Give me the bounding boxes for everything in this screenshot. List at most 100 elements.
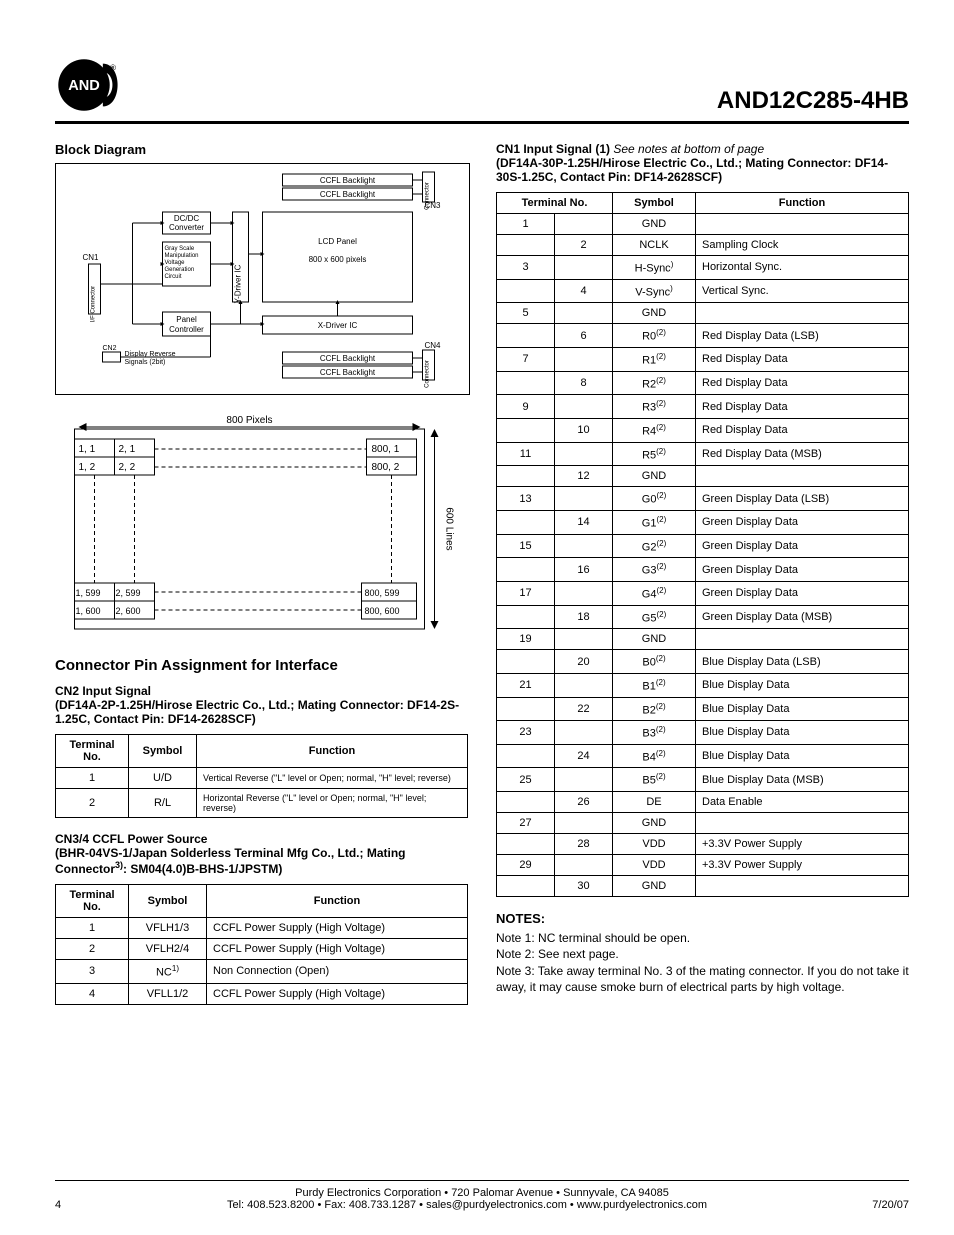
svg-text:800, 600: 800, 600: [365, 606, 400, 616]
table-row: 1GND: [497, 214, 909, 235]
svg-text:CN3: CN3: [425, 201, 442, 210]
table-row: 25B5(2)Blue Display Data (MSB): [497, 768, 909, 792]
table-row: 3H-Sync)Horizontal Sync.: [497, 256, 909, 280]
svg-text:Circuit: Circuit: [165, 274, 182, 280]
table-row: 9R3(2)Red Display Data: [497, 395, 909, 419]
table-row: 20B0(2)Blue Display Data (LSB): [497, 650, 909, 674]
svg-text:Connector: Connector: [425, 360, 431, 388]
svg-text:800, 1: 800, 1: [372, 444, 400, 455]
svg-text:Converter: Converter: [169, 223, 204, 232]
right-column: CN1 Input Signal (1) See notes at bottom…: [496, 142, 909, 1019]
table-row: 8R2(2)Red Display Data: [497, 371, 909, 395]
svg-text:CN4: CN4: [425, 341, 442, 350]
table-row: 4V-Sync)Vertical Sync.: [497, 279, 909, 303]
cn1-title-line: CN1 Input Signal (1) See notes at bottom…: [496, 142, 909, 156]
pixel-grid-diagram: 800 Pixels 600 Lines 1, 1 2, 1 1, 2 2, 2…: [55, 409, 468, 639]
svg-text:Y-Driver IC: Y-Driver IC: [234, 264, 243, 303]
table-row: 13G0(2)Green Display Data (LSB): [497, 487, 909, 511]
cn1-info: (DF14A-30P-1.25H/Hirose Electric Co., Lt…: [496, 156, 909, 184]
table-row: 1VFLH1/3CCFL Power Supply (High Voltage): [56, 918, 468, 939]
svg-text:Panel: Panel: [176, 315, 197, 324]
table-row: 2VFLH2/4CCFL Power Supply (High Voltage): [56, 939, 468, 960]
table-row: 2NCLKSampling Clock: [497, 235, 909, 256]
and-logo-icon: AND ®: [55, 55, 125, 115]
svg-text:CN2: CN2: [103, 345, 117, 352]
svg-text:CCFL Backlight: CCFL Backlight: [320, 176, 376, 185]
table-row: 29VDD+3.3V Power Supply: [497, 855, 909, 876]
svg-text:CCFL Backlight: CCFL Backlight: [320, 354, 376, 363]
notes-body: Note 1: NC terminal should be open. Note…: [496, 930, 909, 995]
table-row: 2R/LHorizontal Reverse ("L" level or Ope…: [56, 789, 468, 818]
svg-text:Generation: Generation: [165, 267, 195, 273]
cn34-info: (BHR-04VS-1/Japan Solderless Terminal Mf…: [55, 846, 468, 876]
cn1-col-terminal: Terminal No.: [497, 193, 613, 214]
cn2-col-function: Function: [197, 735, 468, 768]
cn34-col-function: Function: [207, 885, 468, 918]
svg-text:LCD Panel: LCD Panel: [318, 237, 357, 246]
svg-text:Voltage: Voltage: [165, 260, 186, 266]
table-row: 21B1(2)Blue Display Data: [497, 673, 909, 697]
svg-text:2, 599: 2, 599: [116, 588, 141, 598]
left-column: Block Diagram CCFL Backlight CCFL Backli…: [55, 142, 468, 1019]
table-row: 15G2(2)Green Display Data: [497, 534, 909, 558]
svg-text:1, 2: 1, 2: [79, 462, 96, 473]
cn2-info: (DF14A-2P-1.25H/Hirose Electric Co., Ltd…: [55, 698, 468, 726]
footer: Purdy Electronics Corporation • 720 Palo…: [55, 1180, 909, 1211]
svg-text:CCFL Backlight: CCFL Backlight: [320, 190, 376, 199]
table-row: 19GND: [497, 629, 909, 650]
svg-text:1, 599: 1, 599: [76, 588, 101, 598]
cn2-col-symbol: Symbol: [129, 735, 197, 768]
table-row: 6R0(2)Red Display Data (LSB): [497, 324, 909, 348]
table-row: 14G1(2)Green Display Data: [497, 510, 909, 534]
svg-text:2, 2: 2, 2: [119, 462, 136, 473]
svg-text:Manipulation: Manipulation: [165, 253, 199, 259]
svg-text:CCFL Backlight: CCFL Backlight: [320, 368, 376, 377]
table-row: 22B2(2)Blue Display Data: [497, 697, 909, 721]
table-row: 28VDD+3.3V Power Supply: [497, 834, 909, 855]
svg-text:800 Pixels: 800 Pixels: [226, 415, 272, 426]
cn2-col-terminal: Terminal No.: [56, 735, 129, 768]
note-3: Note 3: Take away terminal No. 3 of the …: [496, 963, 909, 995]
table-row: 1U/DVertical Reverse ("L" level or Open;…: [56, 768, 468, 789]
table-row: 5GND: [497, 303, 909, 324]
svg-text:AND: AND: [68, 78, 100, 94]
connector-heading: Connector Pin Assignment for Interface: [55, 657, 468, 674]
svg-text:800, 599: 800, 599: [365, 588, 400, 598]
page-number: 4: [55, 1199, 85, 1211]
note-1: Note 1: NC terminal should be open.: [496, 930, 909, 946]
cn34-col-symbol: Symbol: [129, 885, 207, 918]
cn1-col-function: Function: [696, 193, 909, 214]
svg-text:Signals (2bit): Signals (2bit): [125, 359, 166, 366]
svg-text:1, 600: 1, 600: [76, 606, 101, 616]
svg-text:®: ®: [110, 62, 117, 72]
block-diagram: CCFL Backlight CCFL Backlight CCFL Backl…: [55, 163, 470, 395]
table-row: 12GND: [497, 466, 909, 487]
svg-text:1, 1: 1, 1: [79, 444, 96, 455]
part-number: AND12C285-4HB: [717, 87, 909, 115]
table-row: 11R5(2)Red Display Data (MSB): [497, 442, 909, 466]
cn2-title: CN2 Input Signal: [55, 684, 468, 698]
table-row: 10R4(2)Red Display Data: [497, 418, 909, 442]
svg-text:800, 2: 800, 2: [372, 462, 400, 473]
table-row: 26DEData Enable: [497, 792, 909, 813]
svg-text:X-Driver IC: X-Driver IC: [318, 321, 358, 330]
svg-text:I/F Connector: I/F Connector: [91, 286, 97, 322]
table-row: 4VFLL1/2CCFL Power Supply (High Voltage): [56, 983, 468, 1004]
cn34-title: CN3/4 CCFL Power Source: [55, 832, 468, 846]
table-row: 24B4(2)Blue Display Data: [497, 744, 909, 768]
table-row: 16G3(2)Green Display Data: [497, 558, 909, 582]
footer-line1: Purdy Electronics Corporation • 720 Palo…: [55, 1187, 909, 1199]
note-2: Note 2: See next page.: [496, 946, 909, 962]
cn2-table: Terminal No. Symbol Function 1U/DVertica…: [55, 734, 468, 818]
footer-date: 7/20/07: [849, 1199, 909, 1211]
table-row: 18G5(2)Green Display Data (MSB): [497, 605, 909, 629]
cn34-table: Terminal No. Symbol Function 1VFLH1/3CCF…: [55, 884, 468, 1005]
svg-text:600 Lines: 600 Lines: [444, 507, 455, 550]
table-row: 7R1(2)Red Display Data: [497, 347, 909, 371]
svg-text:CN1: CN1: [83, 253, 100, 262]
table-row: 27GND: [497, 813, 909, 834]
svg-text:800 x 600 pixels: 800 x 600 pixels: [309, 255, 367, 264]
table-row: 30GND: [497, 876, 909, 897]
svg-text:2, 600: 2, 600: [116, 606, 141, 616]
notes-heading: NOTES:: [496, 911, 909, 926]
